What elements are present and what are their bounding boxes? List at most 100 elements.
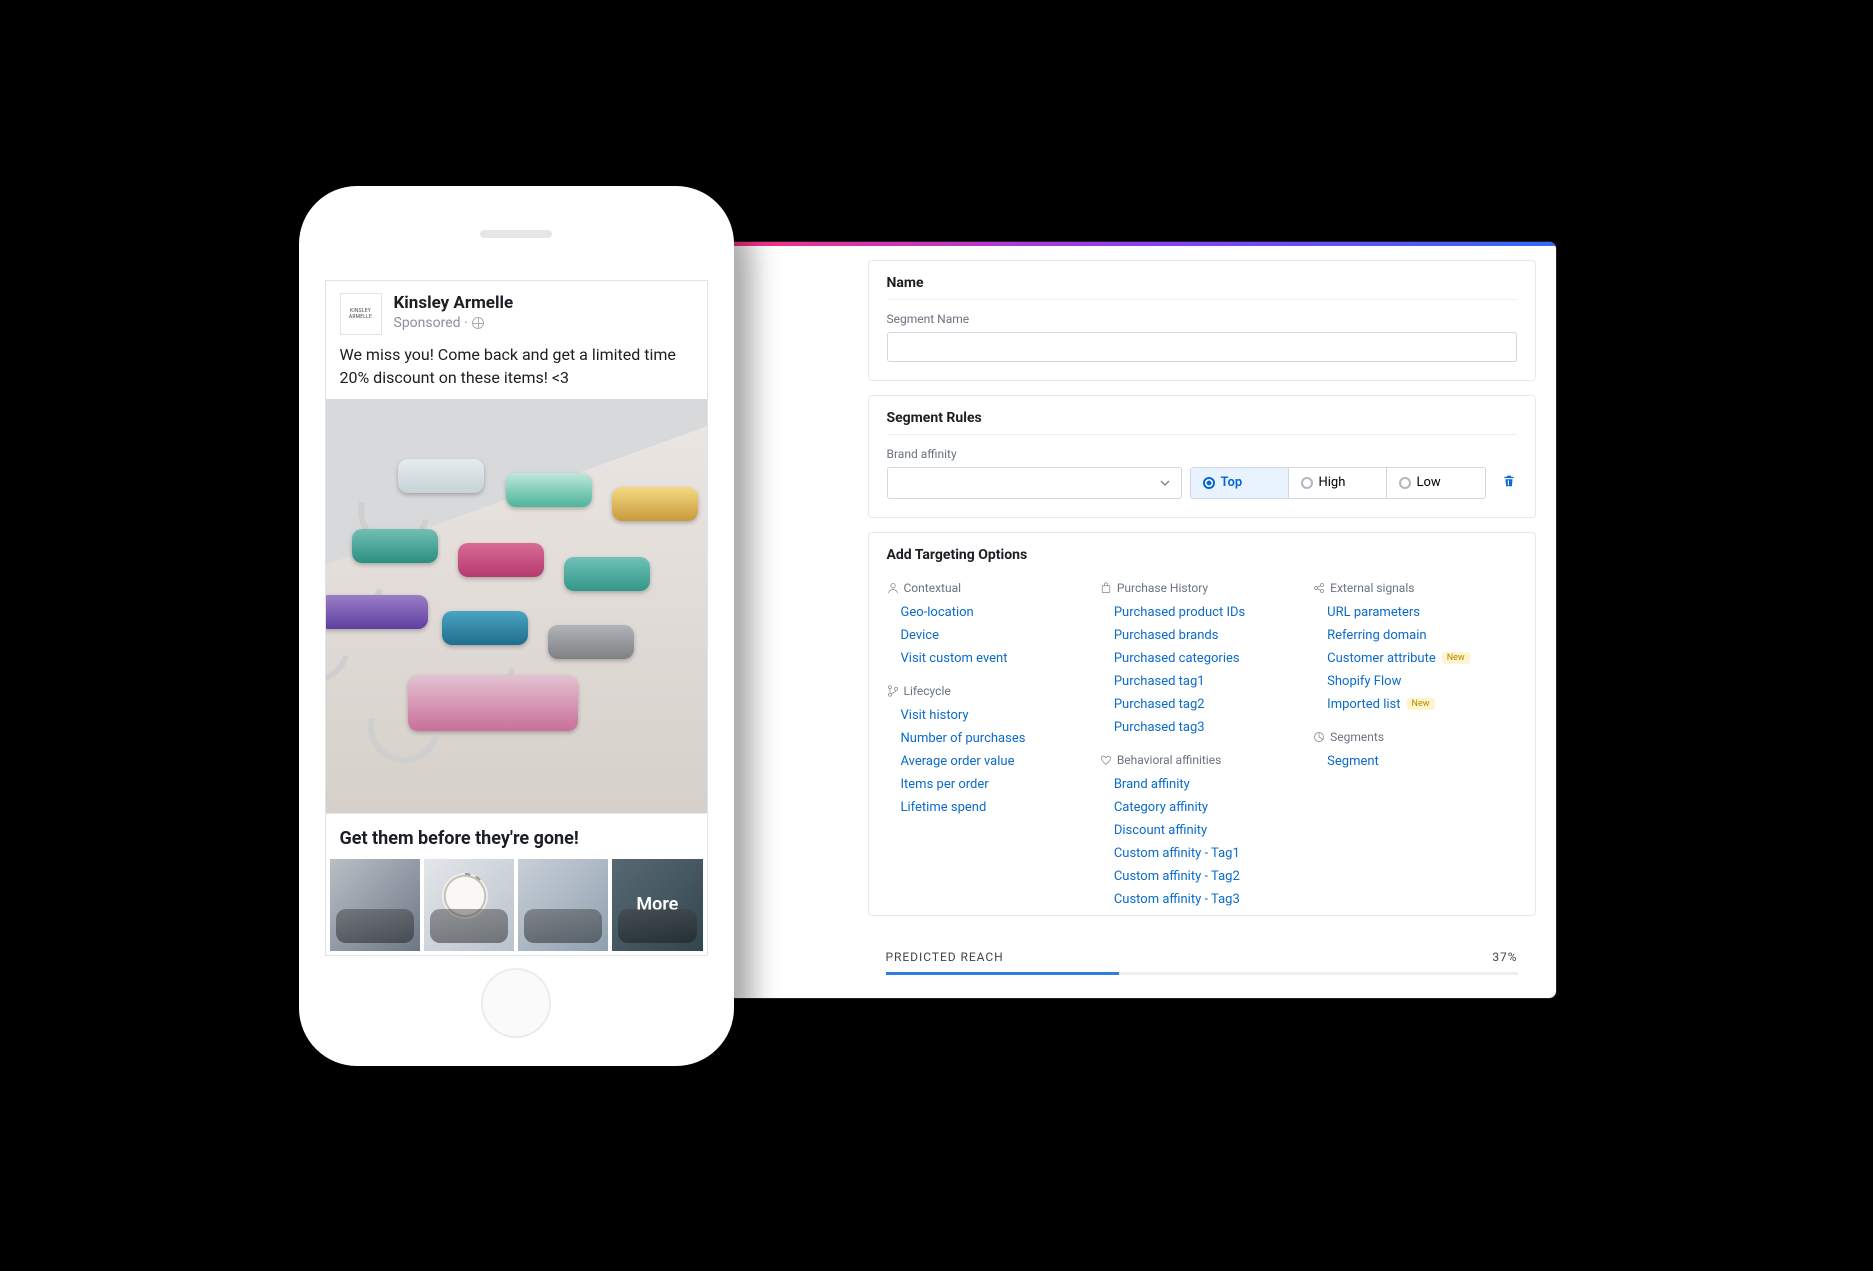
- targeting-options-card: Add Targeting Options Contextual Geo-loc…: [868, 532, 1536, 916]
- product-ring: [326, 595, 428, 629]
- affinity-high-label: High: [1319, 475, 1346, 490]
- opt-purchased-tag2[interactable]: Purchased tag2: [1100, 693, 1303, 716]
- opt-purchased-tag3[interactable]: Purchased tag3: [1100, 716, 1303, 739]
- name-title: Name: [887, 275, 1517, 300]
- chevron-down-icon: [1159, 477, 1171, 489]
- group-lifecycle-label: Lifecycle: [904, 684, 951, 698]
- opt-purchased-ids[interactable]: Purchased product IDs: [1100, 601, 1303, 624]
- opt-imported-list-label: Imported list: [1327, 697, 1400, 712]
- opt-segment[interactable]: Segment: [1313, 750, 1516, 773]
- group-segments: Segments: [1313, 730, 1516, 744]
- opt-custom-tag1[interactable]: Custom affinity - Tag1: [1100, 842, 1303, 865]
- opt-geo-location[interactable]: Geo-location: [887, 601, 1090, 624]
- predicted-label: PREDICTED REACH: [886, 950, 1004, 964]
- opt-discount-affinity[interactable]: Discount affinity: [1100, 819, 1303, 842]
- brand-name[interactable]: Kinsley Armelle: [394, 293, 514, 313]
- opt-referring-domain[interactable]: Referring domain: [1313, 624, 1516, 647]
- product-ring: [506, 473, 592, 507]
- globe-icon: [472, 317, 484, 329]
- opt-shopify-flow[interactable]: Shopify Flow: [1313, 670, 1516, 693]
- group-purchase: Purchase History: [1100, 581, 1303, 595]
- segment-name-input[interactable]: [887, 332, 1517, 362]
- group-lifecycle: Lifecycle: [887, 684, 1090, 698]
- predicted-bar-fill: [886, 972, 1120, 975]
- predicted-reach: PREDICTED REACH 37%: [868, 936, 1536, 983]
- opt-aov[interactable]: Average order value: [887, 750, 1090, 773]
- brand-logo: KINSLEY ARMELLE: [340, 293, 382, 335]
- opt-imported-list[interactable]: Imported list New: [1313, 693, 1516, 716]
- share-icon: [1313, 582, 1325, 594]
- product-ring: [548, 625, 634, 659]
- heart-icon: [1100, 754, 1112, 766]
- sponsored-label: Sponsored ·: [394, 315, 514, 331]
- radio-icon: [1399, 477, 1411, 489]
- product-ring: [612, 487, 698, 521]
- opt-customer-attribute[interactable]: Customer attribute New: [1313, 647, 1516, 670]
- product-ring: [408, 675, 578, 731]
- group-external-label: External signals: [1330, 581, 1414, 595]
- rules-card: Segment Rules Brand affinity Top High Lo…: [868, 395, 1536, 518]
- opt-custom-tag2[interactable]: Custom affinity - Tag2: [1100, 865, 1303, 888]
- product-ring: [442, 611, 528, 645]
- pie-icon: [1313, 731, 1325, 743]
- opt-category-affinity[interactable]: Category affinity: [1100, 796, 1303, 819]
- group-behavioral-label: Behavioral affinities: [1117, 753, 1221, 767]
- ad-thumbnail[interactable]: [330, 859, 420, 951]
- opt-lifetime-spend[interactable]: Lifetime spend: [887, 796, 1090, 819]
- predicted-bar: [886, 972, 1518, 975]
- opt-device[interactable]: Device: [887, 624, 1090, 647]
- ad-thumbnail[interactable]: [424, 859, 514, 951]
- opt-items-per-order[interactable]: Items per order: [887, 773, 1090, 796]
- group-contextual: Contextual: [887, 581, 1090, 595]
- affinity-level-group: Top High Low: [1190, 467, 1486, 499]
- group-behavioral: Behavioral affinities: [1100, 753, 1303, 767]
- opt-customer-attribute-label: Customer attribute: [1327, 651, 1436, 666]
- product-ring: [458, 543, 544, 577]
- bag-icon: [1100, 582, 1112, 594]
- group-external: External signals: [1313, 581, 1516, 595]
- segment-builder-panel: Name Segment Name Segment Rules Brand af…: [727, 241, 1557, 999]
- more-label: More: [612, 859, 702, 951]
- opt-purchased-tag1[interactable]: Purchased tag1: [1100, 670, 1303, 693]
- accent-bar: [728, 242, 1556, 246]
- radio-icon: [1203, 477, 1215, 489]
- opt-number-purchases[interactable]: Number of purchases: [887, 727, 1090, 750]
- opt-custom-tag3[interactable]: Custom affinity - Tag3: [1100, 888, 1303, 911]
- ad-thumbnail-more[interactable]: More: [612, 859, 702, 951]
- affinity-low-label: Low: [1417, 475, 1441, 490]
- new-badge: New: [1407, 698, 1435, 710]
- affinity-high-button[interactable]: High: [1289, 468, 1387, 498]
- affinity-low-button[interactable]: Low: [1387, 468, 1485, 498]
- brand-affinity-select[interactable]: [887, 467, 1182, 499]
- opt-purchased-brands[interactable]: Purchased brands: [1100, 624, 1303, 647]
- facebook-ad: KINSLEY ARMELLE Kinsley Armelle Sponsore…: [325, 280, 708, 956]
- affinity-top-label: Top: [1221, 475, 1243, 490]
- opt-visit-custom-event[interactable]: Visit custom event: [887, 647, 1090, 670]
- group-contextual-label: Contextual: [904, 581, 962, 595]
- phone-mockup: KINSLEY ARMELLE Kinsley Armelle Sponsore…: [299, 186, 734, 1066]
- group-segments-label: Segments: [1330, 730, 1384, 744]
- ad-cta-headline: Get them before they're gone!: [326, 813, 707, 859]
- new-badge: New: [1442, 652, 1470, 664]
- segment-name-label: Segment Name: [887, 312, 1517, 326]
- predicted-value: 37%: [1492, 950, 1517, 964]
- opt-visit-history[interactable]: Visit history: [887, 704, 1090, 727]
- ad-thumbnail[interactable]: [518, 859, 608, 951]
- radio-icon: [1301, 477, 1313, 489]
- options-title: Add Targeting Options: [887, 547, 1517, 563]
- trash-icon: [1502, 474, 1516, 488]
- rules-title: Segment Rules: [887, 410, 1517, 435]
- delete-rule-button[interactable]: [1502, 474, 1516, 492]
- name-card: Name Segment Name: [868, 260, 1536, 381]
- ad-hero-image[interactable]: [326, 399, 707, 813]
- opt-purchased-categories[interactable]: Purchased categories: [1100, 647, 1303, 670]
- ad-thumbnails: More: [326, 859, 707, 955]
- opt-url-params[interactable]: URL parameters: [1313, 601, 1516, 624]
- opt-brand-affinity[interactable]: Brand affinity: [1100, 773, 1303, 796]
- group-purchase-label: Purchase History: [1117, 581, 1208, 595]
- user-icon: [887, 582, 899, 594]
- affinity-top-button[interactable]: Top: [1191, 468, 1289, 498]
- sponsored-text: Sponsored ·: [394, 315, 468, 331]
- product-ring: [398, 459, 484, 493]
- branch-icon: [887, 685, 899, 697]
